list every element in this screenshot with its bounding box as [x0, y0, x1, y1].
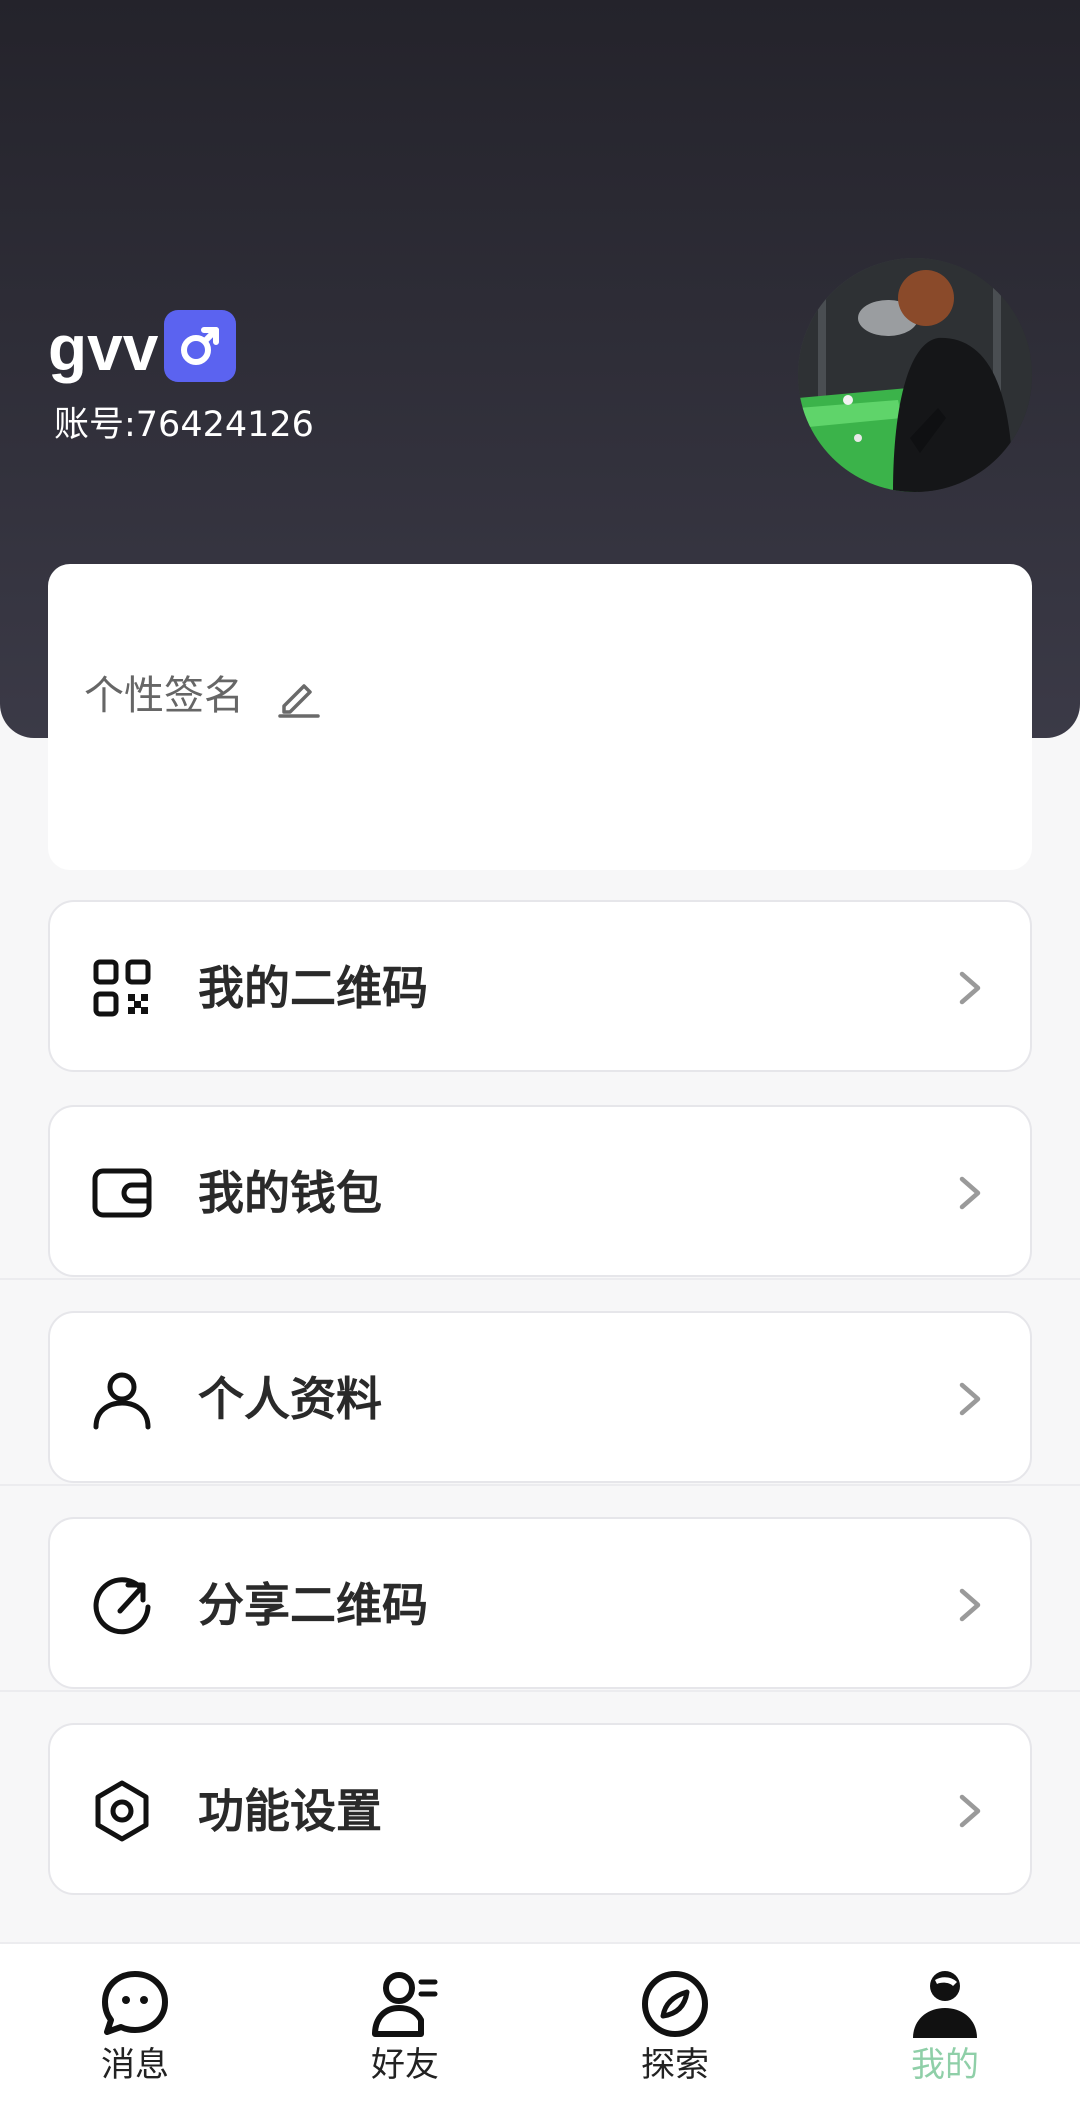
menu-label: 我的二维码 — [198, 961, 428, 1015]
menu-item-function-settings[interactable]: 功能设置 — [48, 1723, 1032, 1895]
tab-explore[interactable]: 探索 — [540, 1944, 810, 2101]
tab-label: 消息 — [101, 2045, 169, 2085]
menu-label: 个人资料 — [198, 1372, 382, 1426]
account-number: 账号:76424126 — [54, 405, 314, 445]
username: gvv — [48, 312, 159, 384]
settings-icon — [95, 1780, 149, 1842]
male-gender-icon — [181, 327, 219, 365]
signature-label: 个性签名 — [84, 673, 244, 719]
tab-label: 好友 — [371, 2045, 439, 2085]
avatar[interactable] — [798, 258, 1032, 492]
signature-card[interactable]: 个性签名 — [48, 564, 1032, 870]
menu-item-my-qrcode[interactable]: 我的二维码 — [48, 900, 1032, 1072]
qr-code-icon — [93, 959, 151, 1017]
menu-label: 分享二维码 — [198, 1578, 428, 1632]
friends-icon — [372, 1972, 438, 2037]
chevron-right-icon — [959, 1794, 981, 1828]
compass-icon — [642, 1971, 708, 2037]
menu-label: 我的钱包 — [198, 1166, 382, 1220]
menu-item-share-qrcode[interactable]: 分享二维码 — [48, 1517, 1032, 1689]
tab-label: 探索 — [641, 2045, 709, 2085]
chevron-right-icon — [959, 1176, 981, 1210]
divider — [0, 1278, 1080, 1280]
chevron-right-icon — [959, 1382, 981, 1416]
chevron-right-icon — [959, 1588, 981, 1622]
chevron-right-icon — [959, 971, 981, 1005]
divider — [0, 1690, 1080, 1692]
menu-label: 功能设置 — [198, 1784, 382, 1838]
avatar-image — [798, 258, 1032, 492]
edit-pencil-icon[interactable] — [274, 672, 322, 720]
tab-me[interactable]: 我的 — [810, 1944, 1080, 2101]
bottom-tab-bar: 消息 好友 探索 我的 — [0, 1942, 1080, 2101]
profile-icon — [913, 1971, 977, 2038]
tab-label: 我的 — [911, 2045, 979, 2085]
wallet-icon — [92, 1168, 152, 1218]
tab-messages[interactable]: 消息 — [0, 1944, 270, 2101]
menu-item-my-wallet[interactable]: 我的钱包 — [48, 1105, 1032, 1277]
menu-item-profile-info[interactable]: 个人资料 — [48, 1311, 1032, 1483]
tab-friends[interactable]: 好友 — [270, 1944, 540, 2101]
user-icon — [93, 1372, 151, 1430]
gender-male-badge — [164, 310, 236, 382]
share-icon — [93, 1577, 151, 1635]
message-icon — [102, 1971, 168, 2035]
divider — [0, 1484, 1080, 1486]
